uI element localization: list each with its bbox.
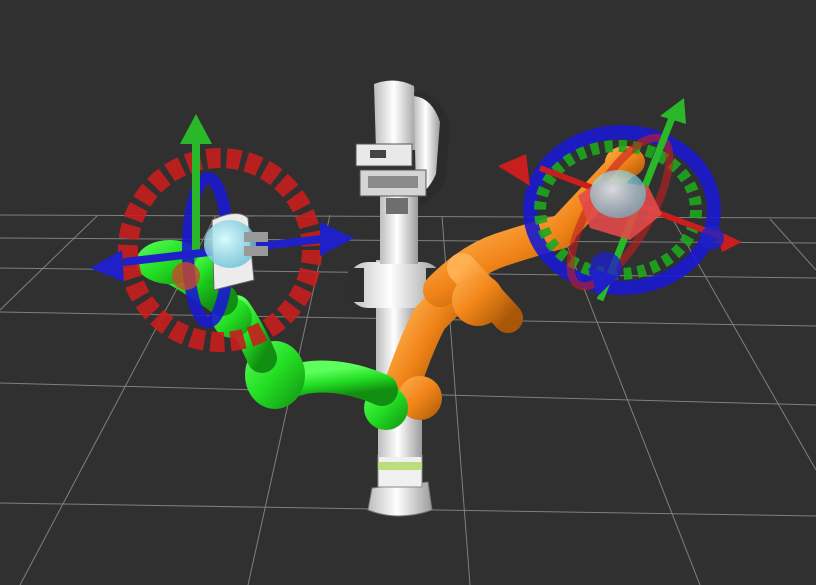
scene-canvas[interactable]	[0, 0, 816, 585]
left-interactive-marker[interactable]	[90, 114, 354, 352]
arrow-left-red-icon[interactable]	[498, 154, 530, 186]
right-interactive-marker[interactable]	[498, 98, 742, 302]
arrow-right-blue-icon[interactable]	[320, 222, 354, 256]
gripper-ghost-left	[204, 213, 268, 291]
arrow-up-green-icon[interactable]	[180, 114, 212, 144]
3d-viewport[interactable]	[0, 0, 816, 585]
arrow-left-blue-icon[interactable]	[90, 250, 124, 282]
